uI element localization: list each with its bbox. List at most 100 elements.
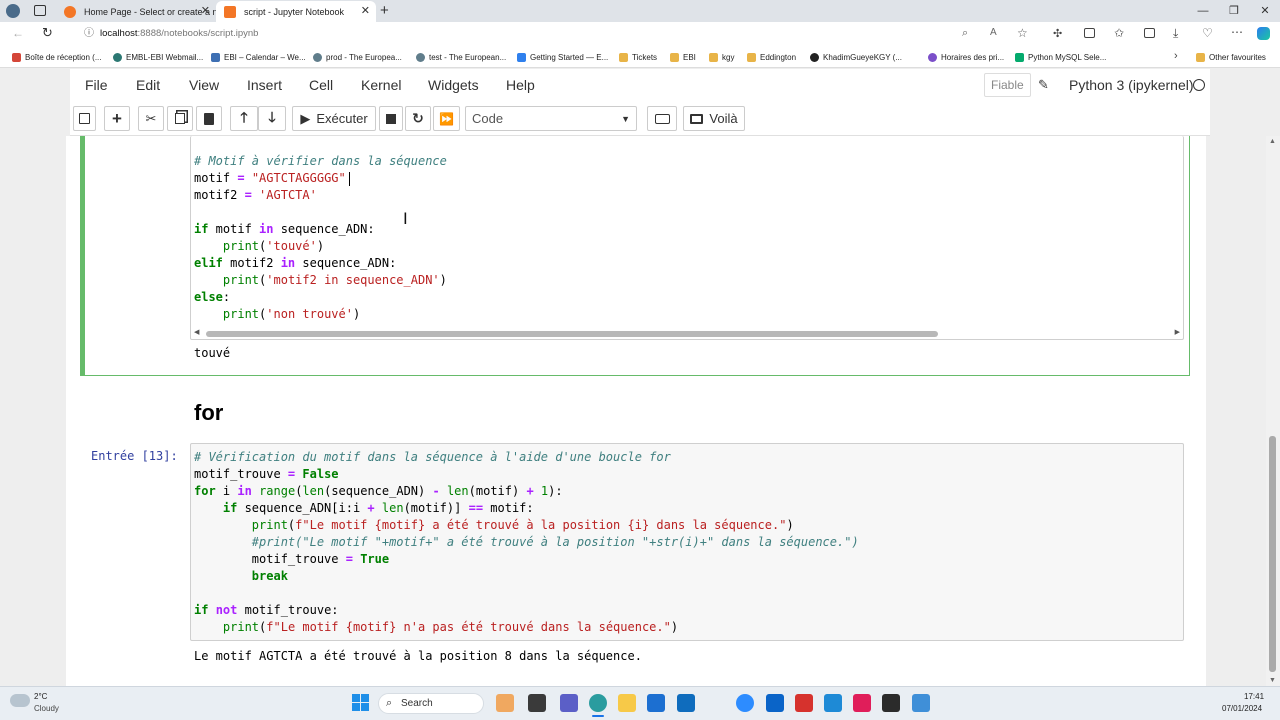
paste-button[interactable] <box>196 106 222 131</box>
acrobat-icon[interactable] <box>795 694 813 712</box>
terminal-icon[interactable] <box>882 694 900 712</box>
restart-run-all-button[interactable]: ⏩ <box>433 106 460 131</box>
address-field[interactable]: ⓘ localhost:8888/notebooks/script.ipynb <box>78 24 998 44</box>
weather-icon[interactable] <box>10 694 30 707</box>
maximize-button[interactable]: ❐ <box>1219 2 1249 20</box>
close-tab-icon[interactable]: ✕ <box>361 4 370 17</box>
clock-date[interactable]: 07/01/2024 <box>1222 704 1262 713</box>
favorites-icon[interactable]: ✩ <box>1114 26 1124 40</box>
cut-button[interactable]: ✂ <box>138 106 164 131</box>
menu-insert[interactable]: Insert <box>247 77 282 93</box>
run-button[interactable]: ▶ Exécuter <box>292 106 376 131</box>
menu-view[interactable]: View <box>189 77 219 93</box>
store-icon[interactable] <box>647 694 665 712</box>
bookmark-item[interactable]: prod - The Europea... <box>313 49 402 65</box>
bookmark-item[interactable]: Python MySQL Sele... <box>1015 49 1106 65</box>
move-up-button[interactable]: 🡑 <box>230 106 258 131</box>
minimize-button[interactable]: — <box>1188 2 1218 20</box>
other-favourites-folder[interactable]: Other favourites <box>1196 49 1266 65</box>
move-down-button[interactable]: 🡓 <box>258 106 286 131</box>
zoom-icon[interactable]: ⌕ <box>962 27 968 40</box>
info-icon: ⓘ <box>84 28 94 39</box>
page-scrollbar[interactable]: ▲ ▼ <box>1266 136 1280 686</box>
workspaces-icon[interactable] <box>34 5 46 16</box>
bookmark-folder[interactable]: EBI <box>670 49 696 65</box>
bookmark-item[interactable]: KhadimGueyeKGY (... <box>810 49 902 65</box>
voila-button[interactable]: Voilà <box>683 106 745 131</box>
interrupt-button[interactable] <box>379 106 403 131</box>
menu-file[interactable]: File <box>85 77 108 93</box>
bookmark-item[interactable]: Boîte de réception (... <box>12 49 102 65</box>
bookmark-item[interactable]: EBI – Calendar – We... <box>211 49 306 65</box>
browser-profile-icon[interactable] <box>6 4 20 18</box>
folder-icon <box>670 52 679 62</box>
cell-type-select[interactable]: Code ▼ <box>465 106 637 131</box>
menu-cell[interactable]: Cell <box>309 77 333 93</box>
copy-button[interactable] <box>167 106 193 131</box>
menu-kernel[interactable]: Kernel <box>361 77 401 93</box>
tab-script-notebook[interactable]: script - Jupyter Notebook ✕ <box>216 1 376 22</box>
favorite-star-icon[interactable]: ☆ <box>1017 26 1028 40</box>
bookmark-item[interactable]: Horaires des pri... <box>928 49 1004 65</box>
scroll-thumb[interactable] <box>206 331 938 337</box>
scroll-right-icon[interactable]: ▶ <box>1175 328 1180 336</box>
file-explorer-icon[interactable] <box>618 694 636 712</box>
insert-cell-button[interactable]: + <box>104 106 130 131</box>
jupyter-favicon-icon <box>64 5 76 18</box>
close-window-button[interactable]: ✕ <box>1250 2 1280 20</box>
read-aloud-icon[interactable]: A <box>990 27 997 38</box>
scroll-thumb[interactable] <box>1269 436 1276 672</box>
copilot-icon[interactable] <box>1257 27 1270 40</box>
edge-icon[interactable] <box>589 694 607 712</box>
mail-icon[interactable] <box>677 694 695 712</box>
settings-more-icon[interactable]: ⋯ <box>1231 25 1243 39</box>
performance-icon[interactable]: ♡ <box>1202 26 1213 40</box>
text-cursor <box>349 172 350 186</box>
menu-help[interactable]: Help <box>506 77 535 93</box>
taskbar-search[interactable]: ⌕ Search <box>378 693 484 714</box>
play-icon: ▶ <box>300 110 311 126</box>
clock-time[interactable]: 17:41 <box>1244 692 1264 701</box>
trusted-indicator[interactable]: Fiable <box>984 73 1031 97</box>
stop-icon <box>386 113 396 124</box>
save-button[interactable] <box>73 106 96 131</box>
search-icon: ⌕ <box>386 697 393 709</box>
menu-widgets[interactable]: Widgets <box>428 77 479 93</box>
taskbar-app-icon[interactable] <box>496 694 514 712</box>
bookmark-item[interactable]: test - The European... <box>416 49 506 65</box>
menu-edit[interactable]: Edit <box>136 77 160 93</box>
scroll-left-icon[interactable]: ◀ <box>194 328 199 336</box>
extensions-icon[interactable]: ✣ <box>1053 27 1062 40</box>
command-palette-button[interactable] <box>647 106 677 131</box>
zoom-app-icon[interactable] <box>736 694 754 712</box>
collections-icon[interactable] <box>1144 28 1155 38</box>
new-tab-button[interactable]: + <box>380 2 389 19</box>
teams-icon[interactable] <box>560 694 578 712</box>
bookmark-folder[interactable]: kgy <box>709 49 734 65</box>
edit-pencil-icon[interactable]: ✎ <box>1038 77 1049 93</box>
bookmark-item[interactable]: Getting Started — E... <box>517 49 608 65</box>
code-line: motif2 = 'AGTCTA' <box>194 188 317 202</box>
close-tab-icon[interactable]: ✕ <box>201 4 210 17</box>
start-button[interactable] <box>352 694 369 711</box>
restart-button[interactable]: ↻ <box>405 106 431 131</box>
slack-icon[interactable] <box>853 694 871 712</box>
calculator-icon[interactable] <box>912 694 930 712</box>
bookmark-item[interactable]: EMBL-EBI Webmail... <box>113 49 203 65</box>
horizontal-scrollbar[interactable]: ◀ ▶ <box>192 328 1182 338</box>
vscode-icon[interactable] <box>824 694 842 712</box>
scroll-up-icon[interactable]: ▲ <box>1269 138 1276 145</box>
scroll-down-icon[interactable]: ▼ <box>1269 677 1276 684</box>
code-line: motif_trouve = False <box>194 467 339 481</box>
more-bookmarks-chevron-icon[interactable]: › <box>1174 50 1178 62</box>
back-icon[interactable]: ← <box>12 26 24 40</box>
bookmark-folder[interactable]: Eddington <box>747 49 796 65</box>
calendar-icon <box>211 52 220 62</box>
bookmark-folder[interactable]: Tickets <box>619 49 657 65</box>
tab-home-page[interactable]: Home Page - Select or create a n ✕ <box>56 1 216 22</box>
outlook-icon[interactable] <box>766 694 784 712</box>
task-view-icon[interactable] <box>528 694 546 712</box>
downloads-icon[interactable]: ⤓ <box>1173 26 1178 41</box>
split-screen-icon[interactable] <box>1084 28 1095 38</box>
refresh-icon[interactable]: ↻ <box>42 25 53 41</box>
